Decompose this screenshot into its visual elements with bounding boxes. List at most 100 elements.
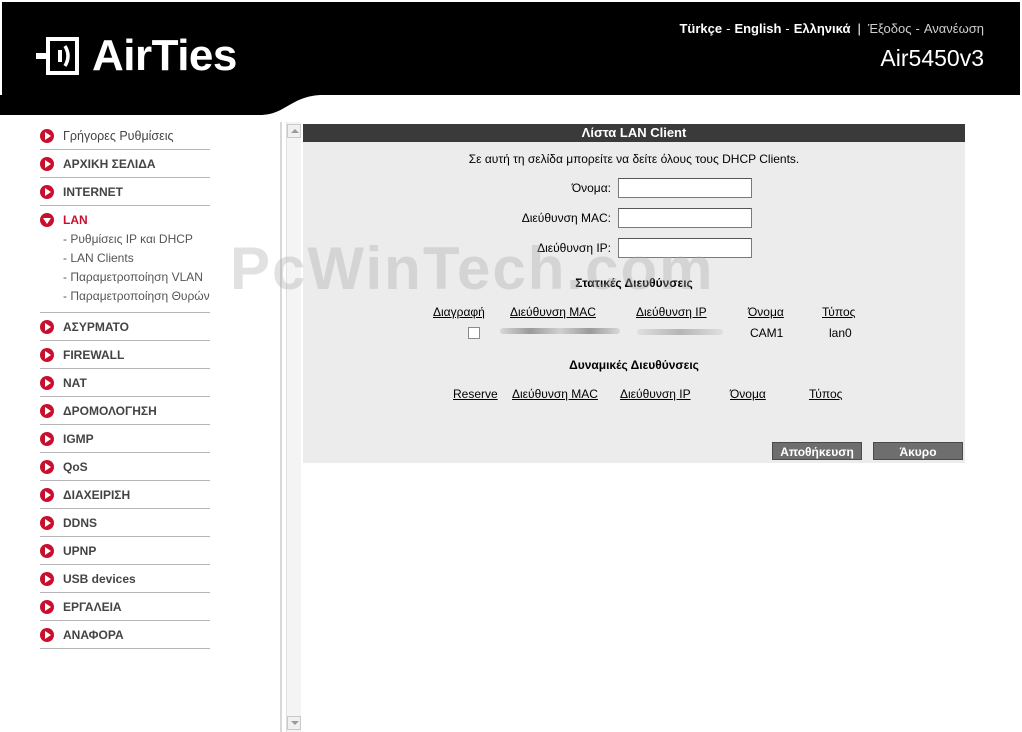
arrow-right-icon xyxy=(40,572,54,586)
lan-client-panel: Λίστα LAN Client Σε αυτή τη σελίδα μπορε… xyxy=(303,124,965,463)
arrow-right-icon xyxy=(40,628,54,642)
arrow-right-icon xyxy=(40,320,54,334)
mac-input[interactable] xyxy=(618,208,752,228)
sidebar-item-qos[interactable]: QoS xyxy=(40,453,210,481)
dynamic-col-name[interactable]: Όνομα xyxy=(730,387,766,401)
static-col-mac[interactable]: Διεύθυνση MAC xyxy=(510,305,596,319)
sidebar-item-label: Γρήγορες Ρυθμίσεις xyxy=(63,129,174,143)
arrow-right-icon xyxy=(40,432,54,446)
sidebar-item-label: ΔΙΑΧΕΙΡΙΣΗ xyxy=(63,488,131,502)
sidebar-item-ddns[interactable]: DDNS xyxy=(40,509,210,537)
mac-label: Διεύθυνση MAC: xyxy=(521,211,611,225)
sidebar-item-label: ΑΝΑΦΟΡΑ xyxy=(63,628,124,642)
logout-link[interactable]: Έξοδος xyxy=(868,21,912,36)
lang-turkish-link[interactable]: Türkçe xyxy=(679,21,722,36)
arrow-right-icon xyxy=(40,185,54,199)
static-ip-value xyxy=(637,329,723,335)
sidebar-item-label: FIREWALL xyxy=(63,348,125,362)
sidebar-item-report[interactable]: ΑΝΑΦΟΡΑ xyxy=(40,621,210,649)
sidebar-item-label: ΔΡΟΜΟΛΟΓΗΣΗ xyxy=(63,404,157,418)
submenu-ports[interactable]: - Παραμετροποίηση Θυρών xyxy=(63,287,210,306)
ip-input[interactable] xyxy=(618,238,752,258)
name-input[interactable] xyxy=(618,178,752,198)
ip-row: Διεύθυνση IP: xyxy=(303,238,965,260)
static-col-name[interactable]: Όνομα xyxy=(748,305,784,319)
dynamic-col-ip[interactable]: Διεύθυνση IP xyxy=(620,387,691,401)
sidebar-item-label: USB devices xyxy=(63,572,136,586)
static-mac-value xyxy=(500,328,620,334)
static-name-value: CAM1 xyxy=(750,326,784,340)
refresh-link[interactable]: Ανανέωση xyxy=(924,21,984,36)
sidebar-item-label: DDNS xyxy=(63,516,98,530)
scroll-down-icon[interactable] xyxy=(287,716,301,730)
logo: AirTies xyxy=(34,34,237,78)
sidebar-item-home[interactable]: ΑΡΧΙΚΗ ΣΕΛΙΔΑ xyxy=(40,150,210,178)
static-type-value: lan0 xyxy=(829,326,852,340)
intro-text: Σε αυτή τη σελίδα μπορείτε να δείτε όλου… xyxy=(468,152,800,166)
save-button[interactable]: Αποθήκευση xyxy=(772,442,862,460)
arrow-right-icon xyxy=(40,516,54,530)
sidebar-nav: Γρήγορες Ρυθμίσεις ΑΡΧΙΚΗ ΣΕΛΙΔΑ INTERNE… xyxy=(40,122,210,649)
submenu-ip-dhcp[interactable]: - Ρυθμίσεις IP και DHCP xyxy=(63,230,210,249)
mac-row: Διεύθυνση MAC: xyxy=(303,208,965,230)
dynamic-col-type[interactable]: Τύπος xyxy=(809,387,842,401)
language-bar: Türkçe - English - Ελληνικά | Έξοδος - Ανανέωση xyxy=(679,21,984,36)
arrow-down-icon xyxy=(40,213,54,227)
sidebar-item-label: ΑΣΥΡΜΑΤΟ xyxy=(63,320,129,334)
ip-label: Διεύθυνση IP: xyxy=(537,241,611,255)
sidebar-item-quick-settings[interactable]: Γρήγορες Ρυθμίσεις xyxy=(40,122,210,150)
header: AirTies Türkçe - English - Ελληνικά | Έξοδος - Α… xyxy=(0,0,1022,115)
model-name: Air5450v3 xyxy=(880,45,984,71)
airties-logo-icon xyxy=(36,37,79,75)
frame-divider xyxy=(280,122,282,732)
arrow-right-icon xyxy=(40,129,54,143)
dynamic-col-mac[interactable]: Διεύθυνση MAC xyxy=(512,387,598,401)
name-label: Όνομα: xyxy=(571,181,611,195)
dynamic-addresses-title: Δυναμικές Διευθύνσεις xyxy=(569,358,699,372)
arrow-right-icon xyxy=(40,376,54,390)
submenu-vlan[interactable]: - Παραμετροποίηση VLAN xyxy=(63,268,210,287)
lan-submenu: - Ρυθμίσεις IP και DHCP - LAN Clients - … xyxy=(40,230,210,306)
sidebar-item-lan[interactable]: LAN xyxy=(40,213,210,227)
sidebar-item-nat[interactable]: NAT xyxy=(40,369,210,397)
lang-greek-link[interactable]: Ελληνικά xyxy=(794,21,851,36)
sidebar-item-label: ΑΡΧΙΚΗ ΣΕΛΙΔΑ xyxy=(63,157,156,171)
scroll-up-icon[interactable] xyxy=(287,124,301,138)
sidebar-item-label: IGMP xyxy=(63,432,94,446)
static-col-type[interactable]: Τύπος xyxy=(822,305,855,319)
arrow-right-icon xyxy=(40,157,54,171)
static-col-ip[interactable]: Διεύθυνση IP xyxy=(636,305,707,319)
name-row: Όνομα: xyxy=(303,178,965,200)
sidebar-item-label: UPNP xyxy=(63,544,97,558)
sidebar-item-label: ΕΡΓΑΛΕΙΑ xyxy=(63,600,122,614)
cancel-button[interactable]: Άκυρο xyxy=(873,442,963,460)
sidebar-item-upnp[interactable]: UPNP xyxy=(40,537,210,565)
sidebar-item-igmp[interactable]: IGMP xyxy=(40,425,210,453)
lang-english-link[interactable]: English xyxy=(734,21,781,36)
delete-checkbox[interactable] xyxy=(468,327,480,339)
static-col-delete[interactable]: Διαγραφή xyxy=(433,305,485,319)
sidebar-item-firewall[interactable]: FIREWALL xyxy=(40,341,210,369)
submenu-lan-clients[interactable]: - LAN Clients xyxy=(63,249,210,268)
sidebar-item-routing[interactable]: ΔΡΟΜΟΛΟΓΗΣΗ xyxy=(40,397,210,425)
static-addresses-title: Στατικές Διευθύνσεις xyxy=(575,276,693,290)
sidebar-item-usb-devices[interactable]: USB devices xyxy=(40,565,210,593)
arrow-right-icon xyxy=(40,488,54,502)
sidebar-item-label: INTERNET xyxy=(63,185,123,199)
sidebar-item-internet[interactable]: INTERNET xyxy=(40,178,210,206)
arrow-right-icon xyxy=(40,348,54,362)
sidebar-item-label: LAN xyxy=(63,213,88,227)
arrow-right-icon xyxy=(40,404,54,418)
content-scrollbar[interactable] xyxy=(286,122,301,732)
arrow-right-icon xyxy=(40,600,54,614)
panel-title: Λίστα LAN Client xyxy=(303,124,965,142)
dynamic-col-reserve[interactable]: Reserve xyxy=(453,387,498,401)
sidebar-item-tools[interactable]: ΕΡΓΑΛΕΙΑ xyxy=(40,593,210,621)
sidebar-item-wireless[interactable]: ΑΣΥΡΜΑΤΟ xyxy=(40,313,210,341)
sidebar-item-label: QoS xyxy=(63,460,88,474)
brand-name: AirTies xyxy=(92,31,237,80)
sidebar-item-management[interactable]: ΔΙΑΧΕΙΡΙΣΗ xyxy=(40,481,210,509)
sidebar-group-lan: LAN - Ρυθμίσεις IP και DHCP - LAN Client… xyxy=(40,206,210,313)
sidebar-item-label: NAT xyxy=(63,376,87,390)
arrow-right-icon xyxy=(40,544,54,558)
